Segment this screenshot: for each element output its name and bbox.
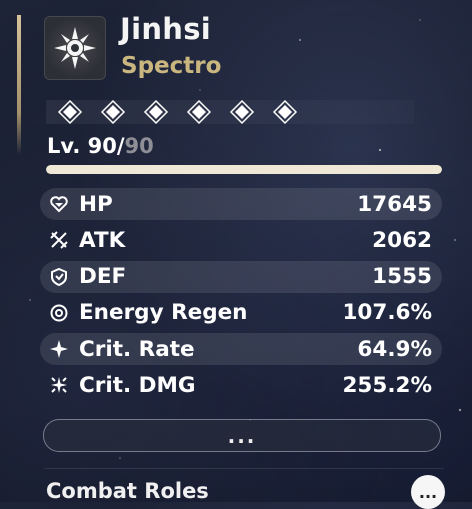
crit-dmg-icon <box>48 374 70 396</box>
more-stats-button[interactable]: ... <box>43 419 441 452</box>
diamond-node-icon[interactable] <box>97 96 129 128</box>
accent-line <box>17 15 21 155</box>
level-current: Lv. 90/ <box>47 134 125 158</box>
section-divider <box>44 468 444 469</box>
stat-label: DEF <box>79 264 127 290</box>
stat-value: 1555 <box>372 264 432 290</box>
diamond-node-icon[interactable] <box>183 96 215 128</box>
energy-regen-icon <box>48 302 70 324</box>
stat-value: 64.9% <box>357 336 432 362</box>
atk-swords-icon <box>48 229 70 251</box>
stat-value: 17645 <box>357 191 432 217</box>
combat-roles-title: Combat Roles <box>46 479 209 503</box>
stats-list: HP 17645 ATK 2062 DEF 1555 Energy Regen … <box>40 188 442 406</box>
level-max: 90 <box>124 134 154 158</box>
stat-value: 2062 <box>372 227 432 253</box>
combat-roles-info-button[interactable]: ... <box>411 475 445 509</box>
diamond-node-icon[interactable] <box>226 96 258 128</box>
stat-row-hp: HP 17645 <box>40 188 442 220</box>
crit-rate-icon <box>48 338 70 360</box>
stat-label: Energy Regen <box>79 300 248 326</box>
element-name: Spectro <box>121 53 222 79</box>
stat-value: 107.6% <box>342 300 432 326</box>
diamond-node-icon[interactable] <box>140 96 172 128</box>
stat-value: 255.2% <box>342 372 432 398</box>
more-dots-icon: ... <box>227 423 257 448</box>
character-name: Jinhsi <box>120 12 212 46</box>
stat-label: Crit. DMG <box>79 372 196 398</box>
hp-heart-icon <box>48 193 70 215</box>
stat-row-crit-rate: Crit. Rate 64.9% <box>40 333 442 366</box>
stat-row-crit-dmg: Crit. DMG 255.2% <box>40 369 442 401</box>
level-progress-fill <box>46 165 442 174</box>
stat-row-energy-regen: Energy Regen 107.6% <box>40 297 442 329</box>
stat-row-atk: ATK 2062 <box>40 224 442 256</box>
diamond-node-icon[interactable] <box>269 96 301 128</box>
resonance-chain <box>46 94 454 130</box>
element-portrait <box>44 16 106 80</box>
def-shield-icon <box>48 266 70 288</box>
stat-label: HP <box>79 191 113 217</box>
info-dots-icon: ... <box>418 482 438 502</box>
spectro-element-icon <box>54 27 96 69</box>
diamond-node-icon[interactable] <box>54 96 86 128</box>
level-progress-bar <box>46 165 442 174</box>
stat-row-def: DEF 1555 <box>40 260 442 293</box>
stat-label: Crit. Rate <box>79 336 195 362</box>
level-text: Lv. 90/90 <box>47 134 154 158</box>
stat-label: ATK <box>79 227 126 253</box>
